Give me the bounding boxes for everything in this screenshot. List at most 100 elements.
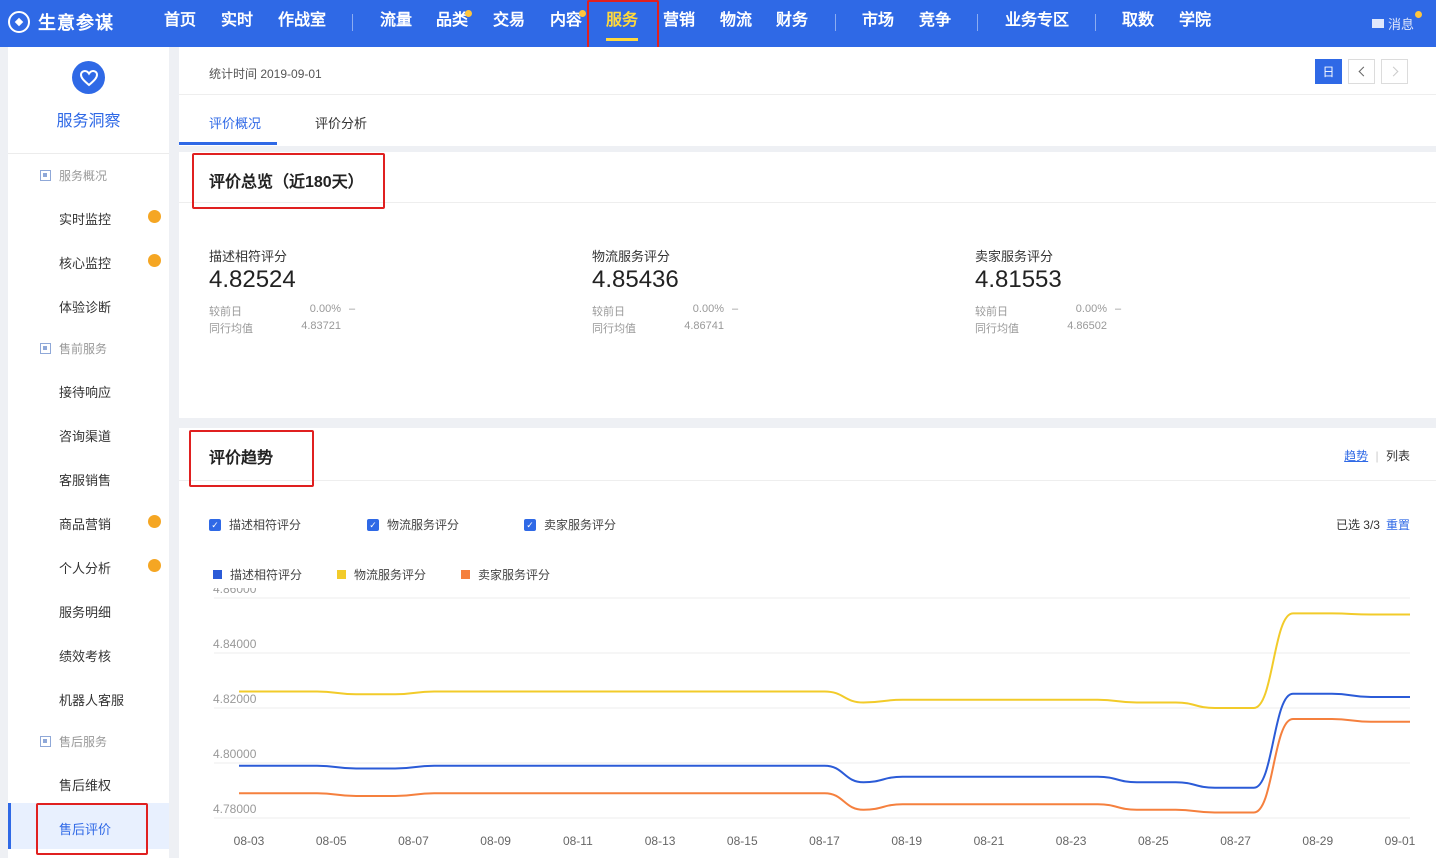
metric-value: 4.85436 <box>592 266 679 293</box>
trend-line-chart: 4.78000 4.80000 4.82000 4.84000 4.86000 08-03… <box>213 588 1416 848</box>
sidebar-item-core-monitor[interactable]: 核心监控 <box>59 253 111 272</box>
sidebar-item-badge <box>148 254 161 267</box>
sidebar-item-reception[interactable]: 接待响应 <box>59 382 111 401</box>
x-tick-label: 08-11 <box>563 834 593 848</box>
compare-trend: – <box>1115 303 1122 315</box>
checkbox-logistics-score[interactable]: ✓ 物流服务评分 <box>367 516 459 533</box>
nav-service[interactable]: 服务 <box>606 0 639 44</box>
checkmark-icon: ✓ <box>367 518 379 531</box>
checkbox-label: 物流服务评分 <box>387 518 460 532</box>
nav-category[interactable]: 品类 <box>436 0 468 44</box>
nav-warroom[interactable]: 作战室 <box>278 0 326 44</box>
peer-value: 4.86502 <box>1067 320 1107 332</box>
sidebar-item-realtime-monitor[interactable]: 实时监控 <box>59 209 111 228</box>
x-tick-label: 08-05 <box>316 834 347 848</box>
metric-description-score: 描述相符评分 4.82524 较前日 0.00% – 同行均值 4.83721 <box>209 246 355 336</box>
metric-value: 4.81553 <box>975 266 1062 293</box>
view-trend-button[interactable]: 趋势 <box>1344 449 1368 463</box>
message-label: 消息 <box>1387 17 1414 32</box>
x-tick-label: 08-09 <box>480 834 511 848</box>
sidebar-item-service-detail[interactable]: 服务明细 <box>59 602 111 621</box>
sidebar-item-consult-channel[interactable]: 咨询渠道 <box>59 426 111 445</box>
y-tick-label: 4.82000 <box>213 692 257 706</box>
nav-competition[interactable]: 竞争 <box>919 0 951 44</box>
nav-category-badge <box>465 10 472 17</box>
compare-label: 较前日 <box>592 306 625 318</box>
view-list-button[interactable]: 列表 <box>1386 449 1410 463</box>
sidebar-item-robot-cs[interactable]: 机器人客服 <box>59 690 124 709</box>
x-tick-label: 08-07 <box>398 834 429 848</box>
legend-item[interactable]: 描述相符评分 <box>213 566 302 583</box>
nav-content[interactable]: 内容 <box>550 0 582 44</box>
legend-item[interactable]: 卖家服务评分 <box>461 566 550 583</box>
sidebar-item-cs-sales[interactable]: 客服销售 <box>59 470 111 489</box>
sidebar-group-label: 售后服务 <box>59 735 108 749</box>
compare-label: 较前日 <box>209 306 242 318</box>
sidebar-item-personal-analysis[interactable]: 个人分析 <box>59 558 111 577</box>
brand-name: 生意参谋 <box>38 13 114 33</box>
x-tick-label: 08-13 <box>645 834 676 848</box>
chevron-right-icon <box>1388 66 1398 77</box>
nav-home[interactable]: 首页 <box>164 0 196 44</box>
building-icon <box>40 343 51 354</box>
next-date-button[interactable] <box>1381 59 1408 84</box>
nav-fetch-data[interactable]: 取数 <box>1122 0 1154 44</box>
compare-label: 较前日 <box>975 306 1008 318</box>
sidebar-item-badge <box>148 515 161 528</box>
nav-logistics[interactable]: 物流 <box>720 0 752 44</box>
x-tick-label: 08-03 <box>234 834 265 848</box>
heart-icon <box>72 61 105 94</box>
sidebar-group-overview: 服务概况 <box>40 167 107 184</box>
divider <box>8 153 169 154</box>
day-button[interactable]: 日 <box>1315 59 1342 84</box>
nav-finance[interactable]: 财务 <box>776 0 808 44</box>
selected-count: 已选 3/3 重置 <box>1336 516 1410 533</box>
compare-value: 0.00% <box>1075 303 1107 315</box>
reset-button[interactable]: 重置 <box>1386 518 1410 532</box>
sidebar-group-presale: 售前服务 <box>40 340 107 357</box>
message-button[interactable]: 消息 <box>1371 14 1414 33</box>
metric-value: 4.82524 <box>209 266 296 293</box>
x-tick-label: 08-19 <box>891 834 922 848</box>
legend-item[interactable]: 物流服务评分 <box>337 566 426 583</box>
tab-review-overview[interactable]: 评价概况 <box>209 113 261 132</box>
sidebar-item-badge <box>148 559 161 572</box>
legend-swatch <box>461 570 470 579</box>
sidebar-item-performance[interactable]: 绩效考核 <box>59 646 111 665</box>
overview-title: 评价总览（近180天） <box>209 174 364 191</box>
nav-marketing[interactable]: 营销 <box>663 0 695 44</box>
sidebar-item-product-marketing[interactable]: 商品营销 <box>59 514 111 533</box>
sidebar-group-label: 售前服务 <box>59 342 108 356</box>
prev-date-button[interactable] <box>1348 59 1375 84</box>
chevron-left-icon <box>1358 66 1368 77</box>
nav-traffic[interactable]: 流量 <box>380 0 412 44</box>
mail-icon <box>1371 19 1384 28</box>
sidebar-group-label: 服务概况 <box>59 169 108 183</box>
legend-swatch <box>213 570 222 579</box>
x-tick-label: 09-01 <box>1385 834 1416 848</box>
x-tick-label: 08-15 <box>727 834 758 848</box>
nav-separator <box>977 14 978 31</box>
y-tick-label: 4.86000 <box>213 588 257 596</box>
divider <box>179 94 1436 95</box>
checkbox-description-score[interactable]: ✓ 描述相符评分 <box>209 516 301 533</box>
nav-market[interactable]: 市场 <box>862 0 894 44</box>
x-tick-label: 08-27 <box>1220 834 1251 848</box>
nav-trade[interactable]: 交易 <box>493 0 525 44</box>
legend-swatch <box>337 570 346 579</box>
checkbox-seller-service-score[interactable]: ✓ 卖家服务评分 <box>524 516 616 533</box>
header-panel: 统计时间 2019-09-01 日 评价概况 评价分析 <box>179 47 1436 146</box>
checkmark-icon: ✓ <box>209 518 221 531</box>
sidebar-item-aftersale-review[interactable]: 售后评价 <box>59 819 111 838</box>
tab-review-analysis[interactable]: 评价分析 <box>315 113 367 132</box>
sidebar-item-aftersale-rights[interactable]: 售后维权 <box>59 775 111 794</box>
sidebar-item-experience-diagnosis[interactable]: 体验诊断 <box>59 297 111 316</box>
nav-realtime[interactable]: 实时 <box>221 0 253 44</box>
x-tick-label: 08-29 <box>1302 834 1333 848</box>
nav-academy[interactable]: 学院 <box>1179 0 1211 44</box>
compare-value: 0.00% <box>692 303 724 315</box>
brand[interactable]: 生意参谋 <box>8 0 114 44</box>
sidebar-title: 服务洞察 <box>56 113 121 130</box>
nav-business-zone[interactable]: 业务专区 <box>1005 0 1069 44</box>
legend-label: 物流服务评分 <box>354 568 427 582</box>
